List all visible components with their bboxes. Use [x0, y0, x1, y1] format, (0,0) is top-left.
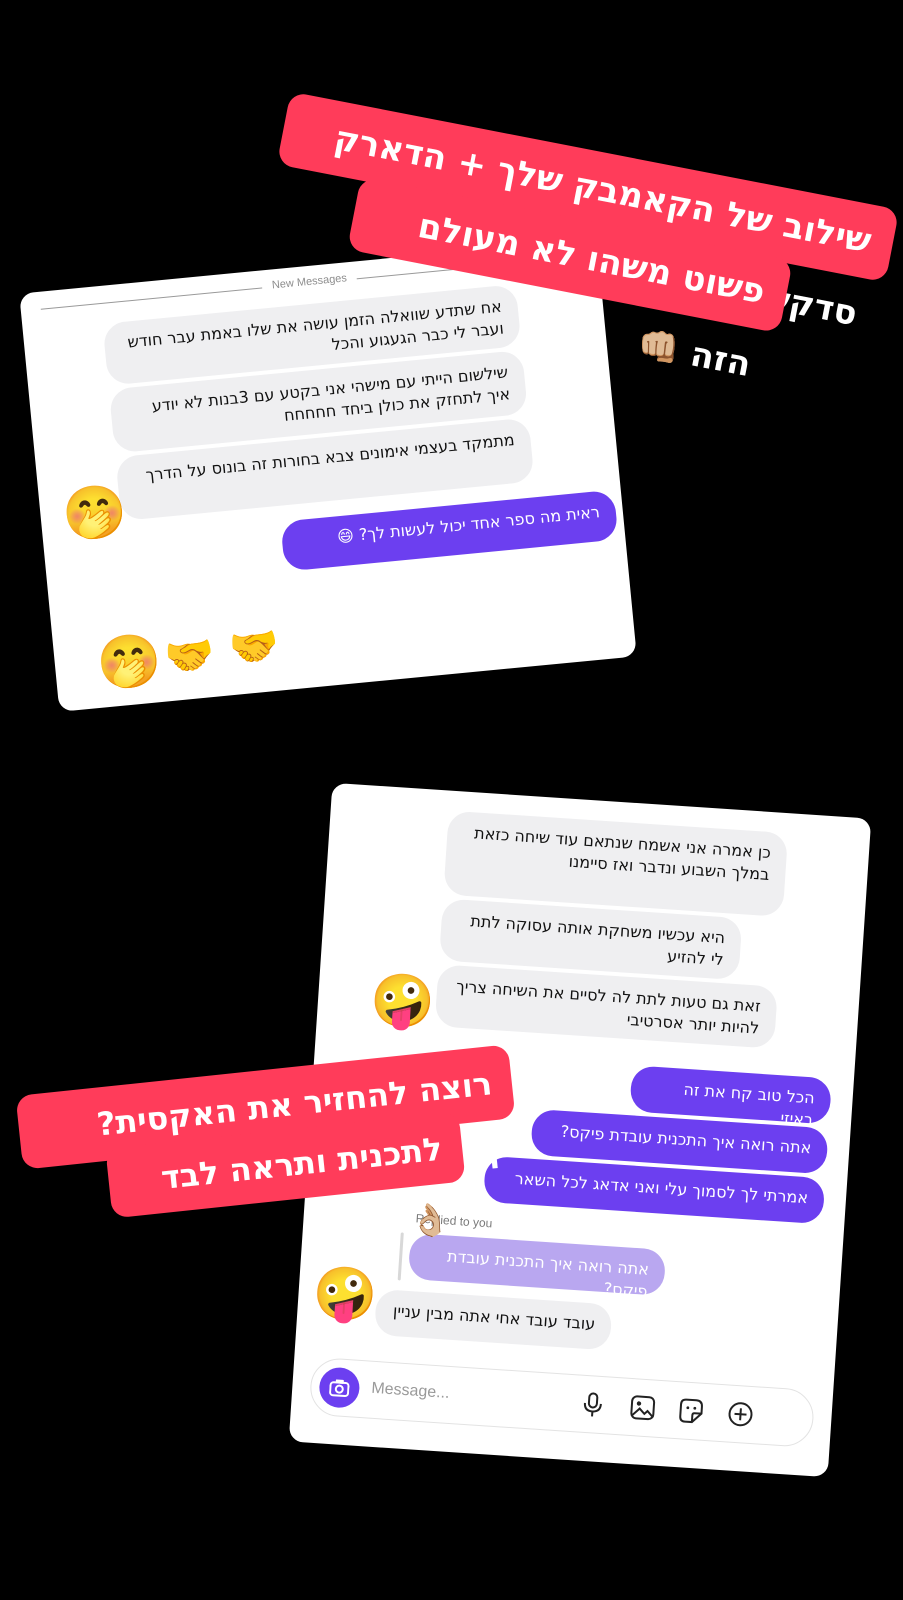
outgoing-message: ראית מה ספר אחד יכול לעשות לך? 😄 [280, 489, 619, 572]
gallery-icon[interactable] [628, 1393, 658, 1423]
chat-screenshot-1: New Messages אח שתדע שוואלה הזמן עושה את… [19, 238, 637, 712]
incoming-message: עובד עובד אחי אתה מבין עניין [373, 1288, 613, 1351]
message-input[interactable]: Message... [371, 1380, 450, 1403]
zany-face-emoji: 🤪 [368, 969, 437, 1035]
hand-over-mouth-emoji: 🤭 [94, 629, 165, 696]
camera-button[interactable] [318, 1366, 361, 1409]
message-composer[interactable]: Message... [308, 1356, 816, 1449]
handshake-emoji: 🤝 [227, 622, 282, 674]
hand-over-mouth-emoji: 🤭 [59, 480, 131, 547]
microphone-icon[interactable] [578, 1390, 608, 1420]
reply-bar [397, 1232, 404, 1281]
zany-face-emoji: 🤪 [310, 1262, 380, 1327]
plus-icon[interactable] [726, 1399, 756, 1429]
sticker-icon[interactable] [676, 1396, 706, 1426]
camera-icon [329, 1379, 350, 1398]
outgoing-message: הכל טוב קח את זה באיזי [629, 1065, 832, 1129]
new-messages-label: New Messages [261, 271, 358, 293]
handshake-emoji: 🤝 [162, 631, 217, 683]
